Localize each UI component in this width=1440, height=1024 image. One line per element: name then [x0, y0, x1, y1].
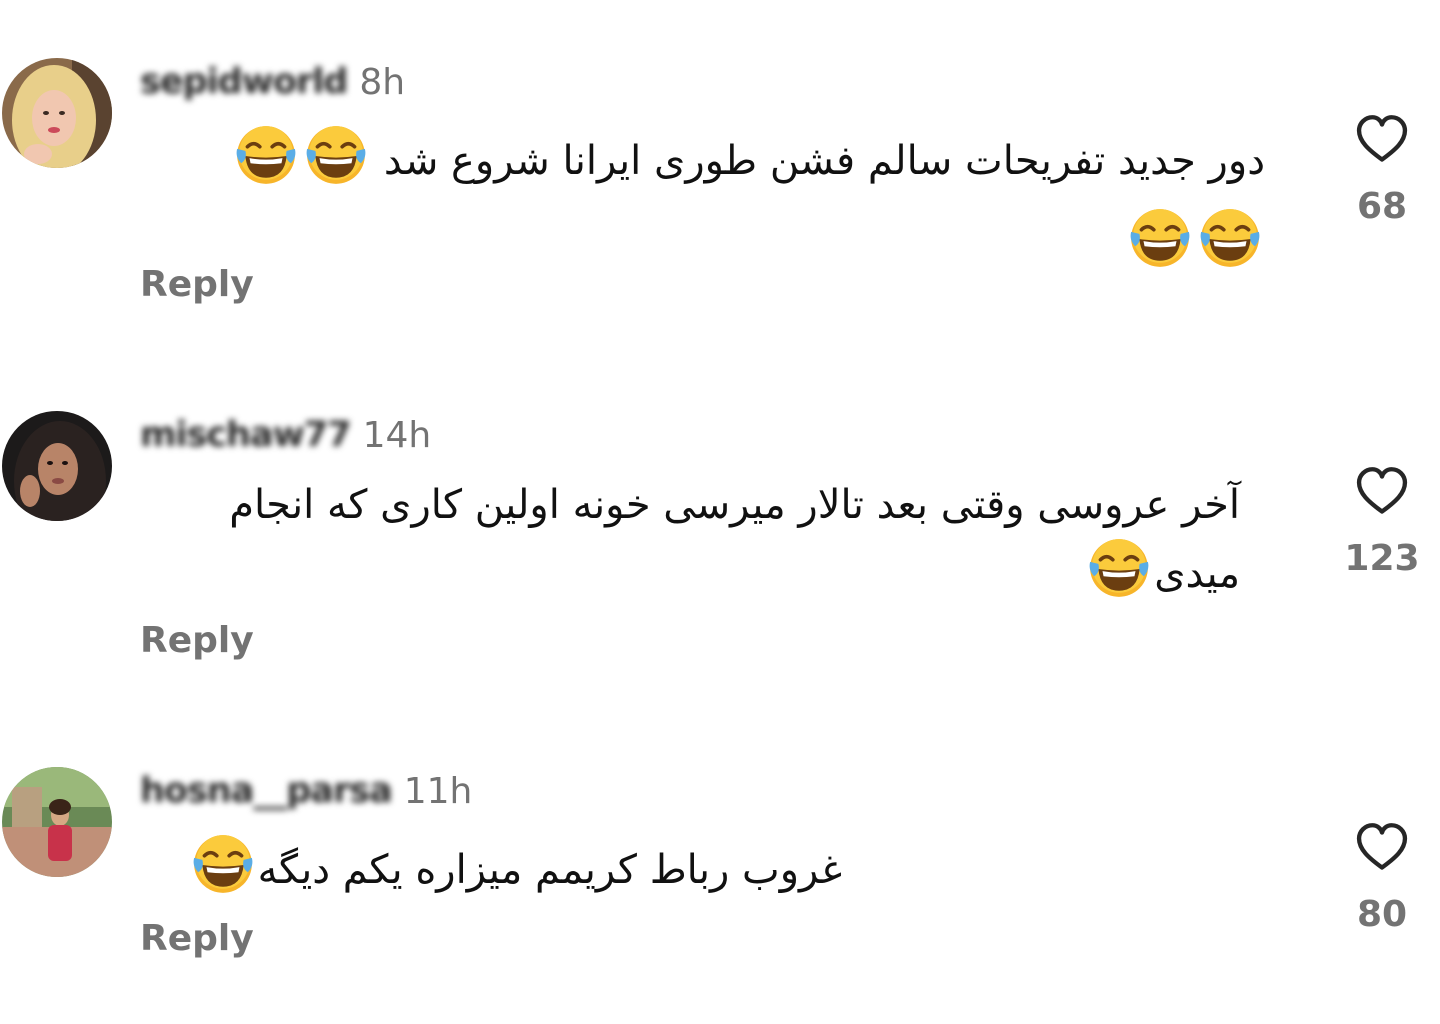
timestamp: 8h: [359, 61, 406, 103]
joy-emoji-icon: [190, 831, 256, 914]
username[interactable]: hosna__parsa: [140, 771, 393, 811]
like-section: 68: [1322, 110, 1440, 227]
joy-emoji-icon: [1197, 205, 1263, 288]
username[interactable]: sepidworld: [140, 62, 348, 102]
avatar[interactable]: [2, 411, 112, 521]
timestamp: 11h: [403, 770, 473, 812]
comment-text-line: آخر عروسی وقتی بعد تالار میرسی خونه اولی…: [229, 482, 1240, 528]
reply-button[interactable]: Reply: [140, 620, 254, 661]
joy-emoji-icon: [1127, 205, 1193, 288]
joy-emoji-icon: [1086, 535, 1152, 618]
heart-icon[interactable]: [1353, 462, 1411, 520]
comment-header: mischaw77 14h: [140, 411, 431, 459]
like-count: 68: [1356, 186, 1408, 227]
comment-text: دور جدید تفریحات سالم فشن طوری ایرانا شر…: [140, 122, 1265, 288]
like-section: 123: [1322, 462, 1440, 579]
comment-text-line: میدی: [1154, 551, 1240, 597]
reply-button[interactable]: Reply: [140, 918, 254, 959]
avatar[interactable]: [2, 767, 112, 877]
comment-text-content: دور جدید تفریحات سالم فشن طوری ایرانا شر…: [383, 138, 1265, 184]
heart-icon[interactable]: [1353, 110, 1411, 168]
comment-text-content: غروب رباط کریمم میزاره یکم دیگه: [257, 847, 842, 893]
joy-emoji-icon: [233, 122, 299, 205]
like-count: 80: [1356, 894, 1408, 935]
username[interactable]: mischaw77: [140, 415, 352, 455]
comment-text: آخر عروسی وقتی بعد تالار میرسی خونه اولی…: [140, 475, 1240, 618]
comment-header: hosna__parsa 11h: [140, 767, 472, 815]
like-count: 123: [1344, 538, 1420, 579]
comment-text: غروب رباط کریمم میزاره یکم دیگه: [140, 831, 842, 914]
like-section: 80: [1322, 818, 1440, 935]
reply-button[interactable]: Reply: [140, 264, 254, 305]
comment-header: sepidworld 8h: [140, 58, 405, 106]
timestamp: 14h: [362, 414, 432, 456]
joy-emoji-icon: [303, 122, 369, 205]
heart-icon[interactable]: [1353, 818, 1411, 876]
avatar[interactable]: [2, 58, 112, 168]
